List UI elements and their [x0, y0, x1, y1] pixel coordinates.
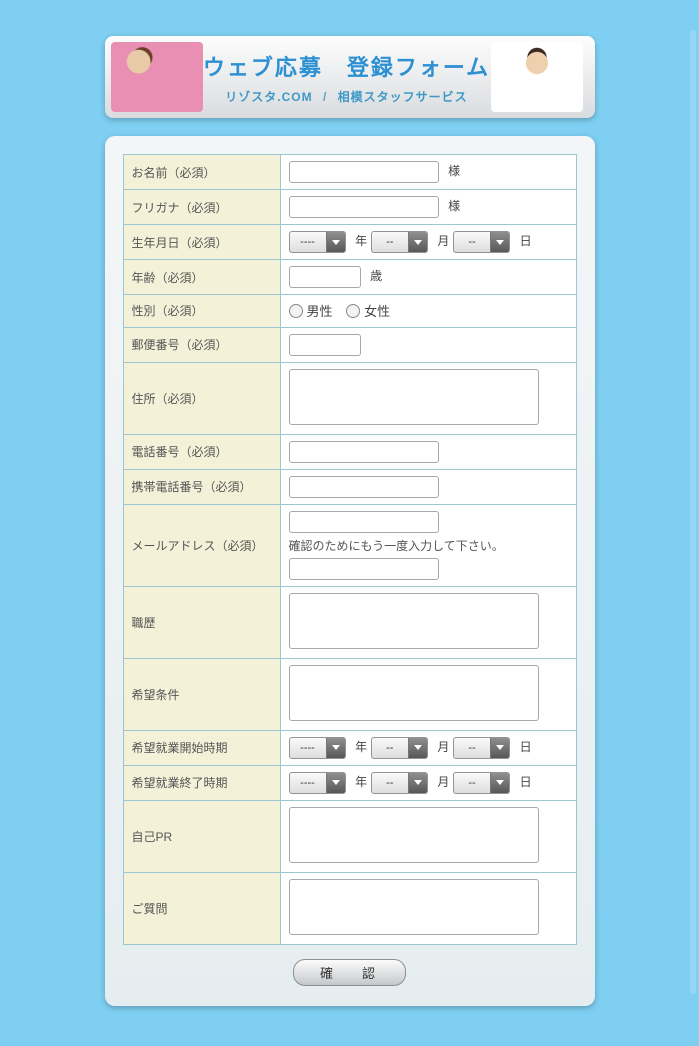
gender-male-label: 男性	[307, 301, 333, 320]
label-conditions: 希望条件	[123, 658, 280, 730]
start-year-select[interactable]: ----	[289, 737, 346, 759]
chevron-down-icon	[326, 738, 345, 758]
career-textarea[interactable]	[289, 593, 539, 649]
gender-male-option[interactable]: 男性	[289, 301, 333, 320]
row-age: 年齢（必須） 歳	[123, 260, 576, 295]
end-month-unit: 月	[437, 775, 449, 789]
row-postal: 郵便番号（必須）	[123, 327, 576, 362]
banner-sub-right: 相模スタッフサービス	[338, 90, 468, 104]
gender-female-option[interactable]: 女性	[346, 301, 390, 320]
row-career: 職歴	[123, 586, 576, 658]
banner-photo-left	[111, 42, 203, 112]
furigana-input[interactable]	[289, 196, 439, 218]
birth-month-unit: 月	[437, 234, 449, 248]
label-end-period: 希望就業終了時期	[123, 765, 280, 800]
chevron-down-icon	[326, 232, 345, 252]
label-question: ご質問	[123, 872, 280, 944]
row-conditions: 希望条件	[123, 658, 576, 730]
row-email: メールアドレス（必須） 確認のためにもう一度入力して下さい。	[123, 504, 576, 586]
end-month-select[interactable]: --	[371, 772, 428, 794]
end-year-unit: 年	[355, 775, 367, 789]
label-career: 職歴	[123, 586, 280, 658]
label-postal: 郵便番号（必須）	[123, 327, 280, 362]
row-address: 住所（必須）	[123, 362, 576, 434]
question-textarea[interactable]	[289, 879, 539, 935]
banner-center: ウェブ応募 登録フォーム リゾスタ.COM / 相模スタッフサービス	[203, 50, 491, 105]
start-day-select[interactable]: --	[453, 737, 510, 759]
birth-day-unit: 日	[520, 234, 532, 248]
registration-form-table: お名前（必須） 様 フリガナ（必須） 様 生年月日（必須） ----	[123, 154, 577, 945]
banner-photo-right	[491, 42, 583, 112]
furigana-suffix: 様	[448, 199, 460, 213]
chevron-down-icon	[326, 773, 345, 793]
conditions-textarea[interactable]	[289, 665, 539, 721]
page: ウェブ応募 登録フォーム リゾスタ.COM / 相模スタッフサービス お名前（必…	[0, 0, 699, 1046]
row-birth: 生年月日（必須） ---- 年 -- 月 -- 日	[123, 225, 576, 260]
mobile-input[interactable]	[289, 476, 439, 498]
address-textarea[interactable]	[289, 369, 539, 425]
banner-sub-sep: /	[323, 90, 327, 104]
chevron-down-icon	[408, 773, 427, 793]
scrollbar[interactable]	[690, 30, 696, 994]
label-start-period: 希望就業開始時期	[123, 730, 280, 765]
row-question: ご質問	[123, 872, 576, 944]
label-gender: 性別（必須）	[123, 295, 280, 328]
birth-day-select[interactable]: --	[453, 231, 510, 253]
row-name: お名前（必須） 様	[123, 155, 576, 190]
label-birth: 生年月日（必須）	[123, 225, 280, 260]
banner-subtitle: リゾスタ.COM / 相模スタッフサービス	[203, 88, 491, 105]
birth-month-select[interactable]: --	[371, 231, 428, 253]
chevron-down-icon	[408, 738, 427, 758]
start-day-unit: 日	[520, 740, 532, 754]
label-phone: 電話番号（必須）	[123, 434, 280, 469]
label-name: お名前（必須）	[123, 155, 280, 190]
email-confirm-input[interactable]	[289, 558, 439, 580]
phone-input[interactable]	[289, 441, 439, 463]
confirm-button[interactable]: 確 認	[293, 959, 406, 986]
email-confirm-note: 確認のためにもう一度入力して下さい。	[289, 537, 568, 554]
label-mobile: 携帯電話番号（必須）	[123, 469, 280, 504]
label-email: メールアドレス（必須）	[123, 504, 280, 586]
form-card: お名前（必須） 様 フリガナ（必須） 様 生年月日（必須） ----	[105, 136, 595, 1006]
gender-male-radio[interactable]	[289, 304, 303, 318]
row-pr: 自己PR	[123, 800, 576, 872]
row-furigana: フリガナ（必須） 様	[123, 190, 576, 225]
birth-year-select[interactable]: ----	[289, 231, 346, 253]
chevron-down-icon	[490, 773, 509, 793]
name-input[interactable]	[289, 161, 439, 183]
gender-female-label: 女性	[364, 301, 390, 320]
birth-year-unit: 年	[355, 234, 367, 248]
age-input[interactable]	[289, 266, 361, 288]
row-phone: 電話番号（必須）	[123, 434, 576, 469]
header-banner: ウェブ応募 登録フォーム リゾスタ.COM / 相模スタッフサービス	[105, 36, 595, 118]
banner-sub-left: リゾスタ.COM	[225, 90, 312, 104]
start-month-unit: 月	[437, 740, 449, 754]
row-end-period: 希望就業終了時期 ---- 年 -- 月 -- 日	[123, 765, 576, 800]
email-input[interactable]	[289, 511, 439, 533]
end-day-unit: 日	[520, 775, 532, 789]
label-address: 住所（必須）	[123, 362, 280, 434]
submit-row: 確 認	[123, 945, 577, 988]
start-month-select[interactable]: --	[371, 737, 428, 759]
age-suffix: 歳	[370, 269, 382, 283]
chevron-down-icon	[490, 232, 509, 252]
pr-textarea[interactable]	[289, 807, 539, 863]
banner-title: ウェブ応募 登録フォーム	[203, 50, 491, 82]
name-suffix: 様	[448, 164, 460, 178]
label-pr: 自己PR	[123, 800, 280, 872]
gender-female-radio[interactable]	[346, 304, 360, 318]
start-year-unit: 年	[355, 740, 367, 754]
label-age: 年齢（必須）	[123, 260, 280, 295]
chevron-down-icon	[408, 232, 427, 252]
row-gender: 性別（必須） 男性 女性	[123, 295, 576, 328]
end-day-select[interactable]: --	[453, 772, 510, 794]
chevron-down-icon	[490, 738, 509, 758]
end-year-select[interactable]: ----	[289, 772, 346, 794]
postal-input[interactable]	[289, 334, 361, 356]
row-start-period: 希望就業開始時期 ---- 年 -- 月 -- 日	[123, 730, 576, 765]
label-furigana: フリガナ（必須）	[123, 190, 280, 225]
row-mobile: 携帯電話番号（必須）	[123, 469, 576, 504]
